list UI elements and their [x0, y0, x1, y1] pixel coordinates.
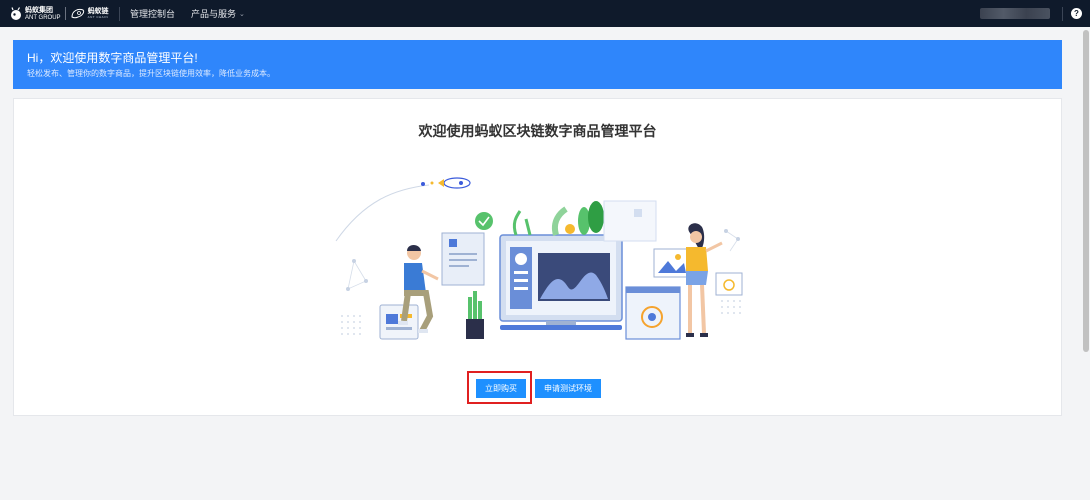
top-navigation-bar: 蚂蚁集团 ANT GROUP 蚂蚁链 ANT CHAIN 管理控制台 产品与服务…	[0, 0, 1090, 27]
buy-now-button[interactable]: 立即购买	[476, 379, 526, 398]
ant-chain-logo: 蚂蚁链 ANT CHAIN	[70, 7, 109, 20]
welcome-card: 欢迎使用蚂蚁区块链数字商品管理平台 立即购买 申请测试环境	[13, 98, 1062, 416]
card-title: 欢迎使用蚂蚁区块链数字商品管理平台	[418, 123, 657, 139]
nav-right-divider	[1062, 6, 1063, 21]
ant-chain-icon	[71, 8, 84, 19]
rocket-illustration	[421, 177, 471, 189]
platform-illustration	[335, 177, 743, 340]
logo-divider	[64, 7, 66, 20]
nav-products-services[interactable]: 产品与服务 ⌄	[191, 7, 245, 20]
chain-name-en: ANT CHAIN	[87, 15, 109, 19]
apply-test-environment-button[interactable]: 申请测试环境	[535, 379, 601, 398]
banner-title: Hi，欢迎使用数字商品管理平台!	[27, 51, 198, 65]
banner-subtitle: 轻松发布、管理你的数字商品，提升区块链使用效率，降低业务成本。	[27, 69, 275, 78]
brand-name-en: ANT GROUP	[25, 14, 61, 21]
chevron-down-icon: ⌄	[239, 10, 245, 18]
nav-console[interactable]: 管理控制台	[130, 7, 175, 20]
user-account-blurred[interactable]	[980, 8, 1050, 19]
nav-products-label: 产品与服务	[191, 9, 237, 19]
scrollbar-thumb[interactable]	[1083, 30, 1089, 352]
brand-name-cn: 蚂蚁集团	[25, 6, 53, 14]
help-icon[interactable]: ?	[1071, 8, 1082, 19]
ant-logo-icon	[11, 6, 21, 20]
welcome-banner: Hi，欢迎使用数字商品管理平台! 轻松发布、管理你的数字商品，提升区块链使用效率…	[13, 40, 1062, 89]
ant-group-logo[interactable]: 蚂蚁集团 ANT GROUP 蚂蚁链 ANT CHAIN	[0, 0, 117, 27]
nav-divider	[119, 6, 120, 21]
chain-name-cn: 蚂蚁链	[87, 8, 109, 15]
nav-console-label: 管理控制台	[130, 9, 176, 19]
